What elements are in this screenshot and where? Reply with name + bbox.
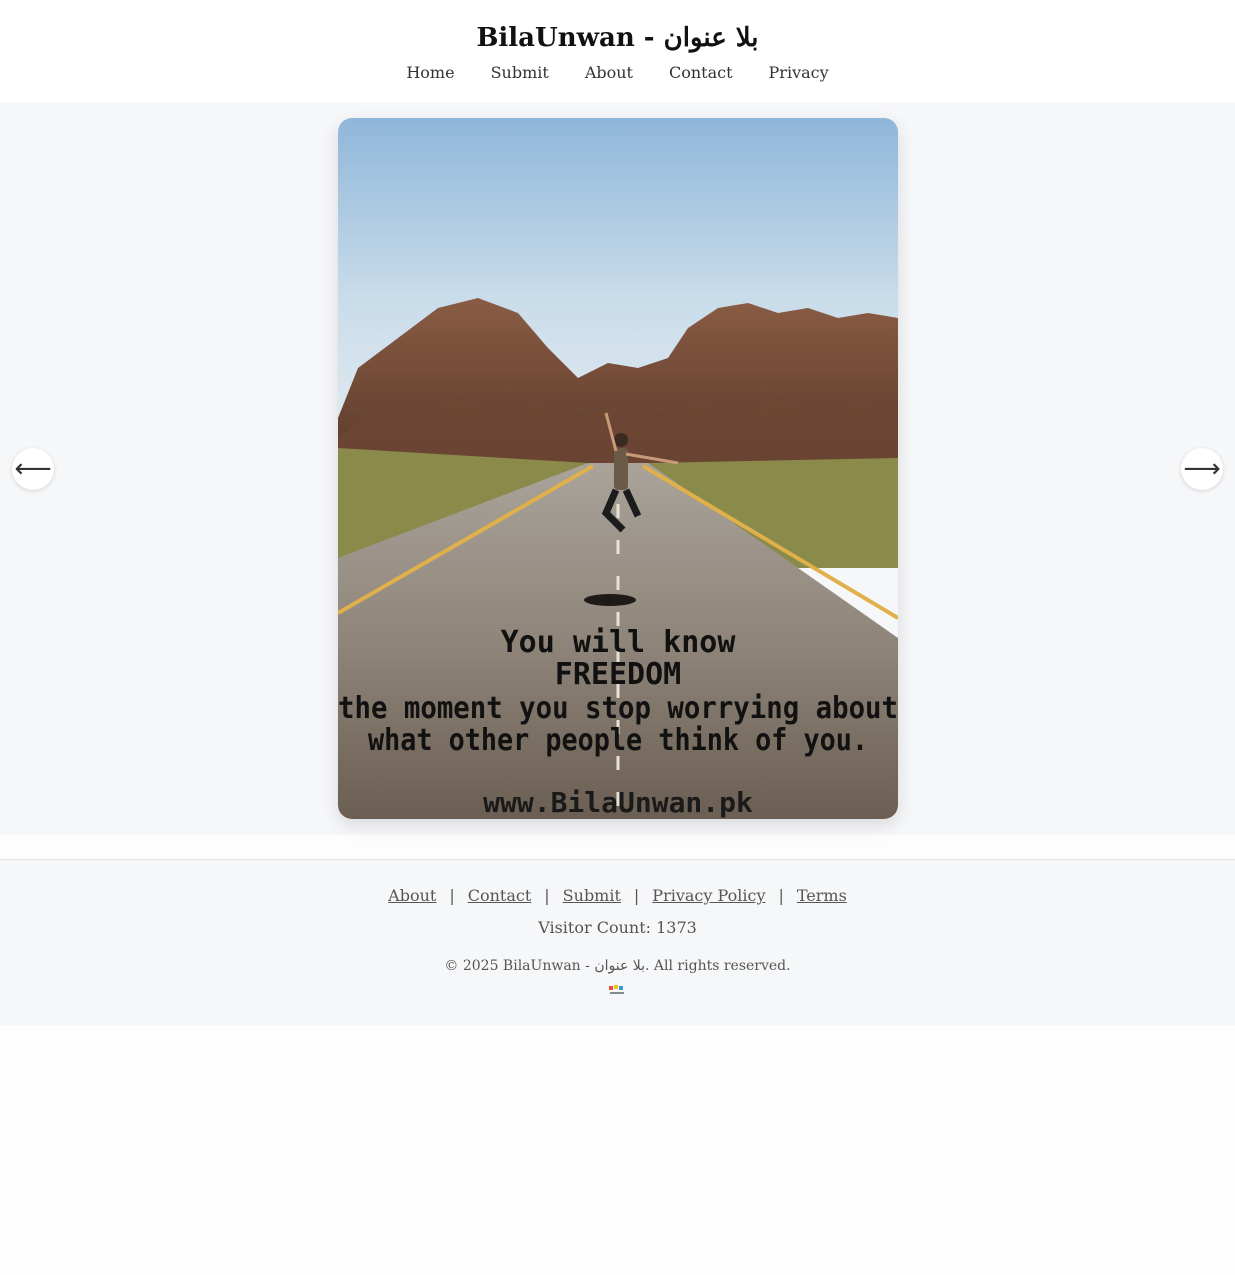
quote-line-3: the moment you stop worrying about xyxy=(338,691,898,726)
image-carousel: ⟵ You will know FREEDOM the moment you s… xyxy=(0,102,1235,835)
nav-privacy-link[interactable]: Privacy xyxy=(769,62,829,84)
footer-privacy-policy-link[interactable]: Privacy Policy xyxy=(652,886,765,905)
next-slide-button[interactable]: ⟶ xyxy=(1181,448,1223,490)
visitor-count: Visitor Count: 1373 xyxy=(538,918,697,937)
footer-separator: | xyxy=(778,886,784,905)
arrow-right-icon: ⟶ xyxy=(1183,454,1221,484)
site-badge-icon xyxy=(609,985,624,994)
quote-line-2: FREEDOM xyxy=(555,657,681,692)
nav-submit-link[interactable]: Submit xyxy=(491,62,549,84)
site-header: BilaUnwan - بلا عنوان Home Submit About … xyxy=(0,0,1235,102)
quote-line-4: what other people think of you. xyxy=(368,723,868,758)
nav-home-link[interactable]: Home xyxy=(406,62,454,84)
quote-line-1: You will know xyxy=(501,625,737,660)
quote-image: You will know FREEDOM the moment you sto… xyxy=(338,118,898,819)
previous-slide-button[interactable]: ⟵ xyxy=(12,448,54,490)
main-nav: Home Submit About Contact Privacy xyxy=(0,62,1235,84)
site-title: BilaUnwan - بلا عنوان xyxy=(476,23,759,53)
footer-about-link[interactable]: About xyxy=(388,886,436,905)
nav-about-link[interactable]: About xyxy=(585,62,633,84)
footer-terms-link[interactable]: Terms xyxy=(797,886,847,905)
quote-image-slide: You will know FREEDOM the moment you sto… xyxy=(338,118,898,819)
footer-separator: | xyxy=(544,886,550,905)
site-footer: About | Contact | Submit | Privacy Polic… xyxy=(0,859,1235,1025)
footer-separator: | xyxy=(633,886,640,905)
copyright-text: © 2025 BilaUnwan - بلا عنوان. All rights… xyxy=(444,958,791,974)
footer-links: About | Contact | Submit | Privacy Polic… xyxy=(0,886,1235,905)
person-shadow xyxy=(584,594,636,606)
arrow-left-icon: ⟵ xyxy=(14,454,52,484)
footer-contact-link[interactable]: Contact xyxy=(468,886,532,905)
footer-separator: | xyxy=(449,886,455,905)
footer-submit-link[interactable]: Submit xyxy=(563,886,621,905)
image-watermark: www.BilaUnwan.pk xyxy=(483,786,753,819)
nav-contact-link[interactable]: Contact xyxy=(669,62,733,84)
